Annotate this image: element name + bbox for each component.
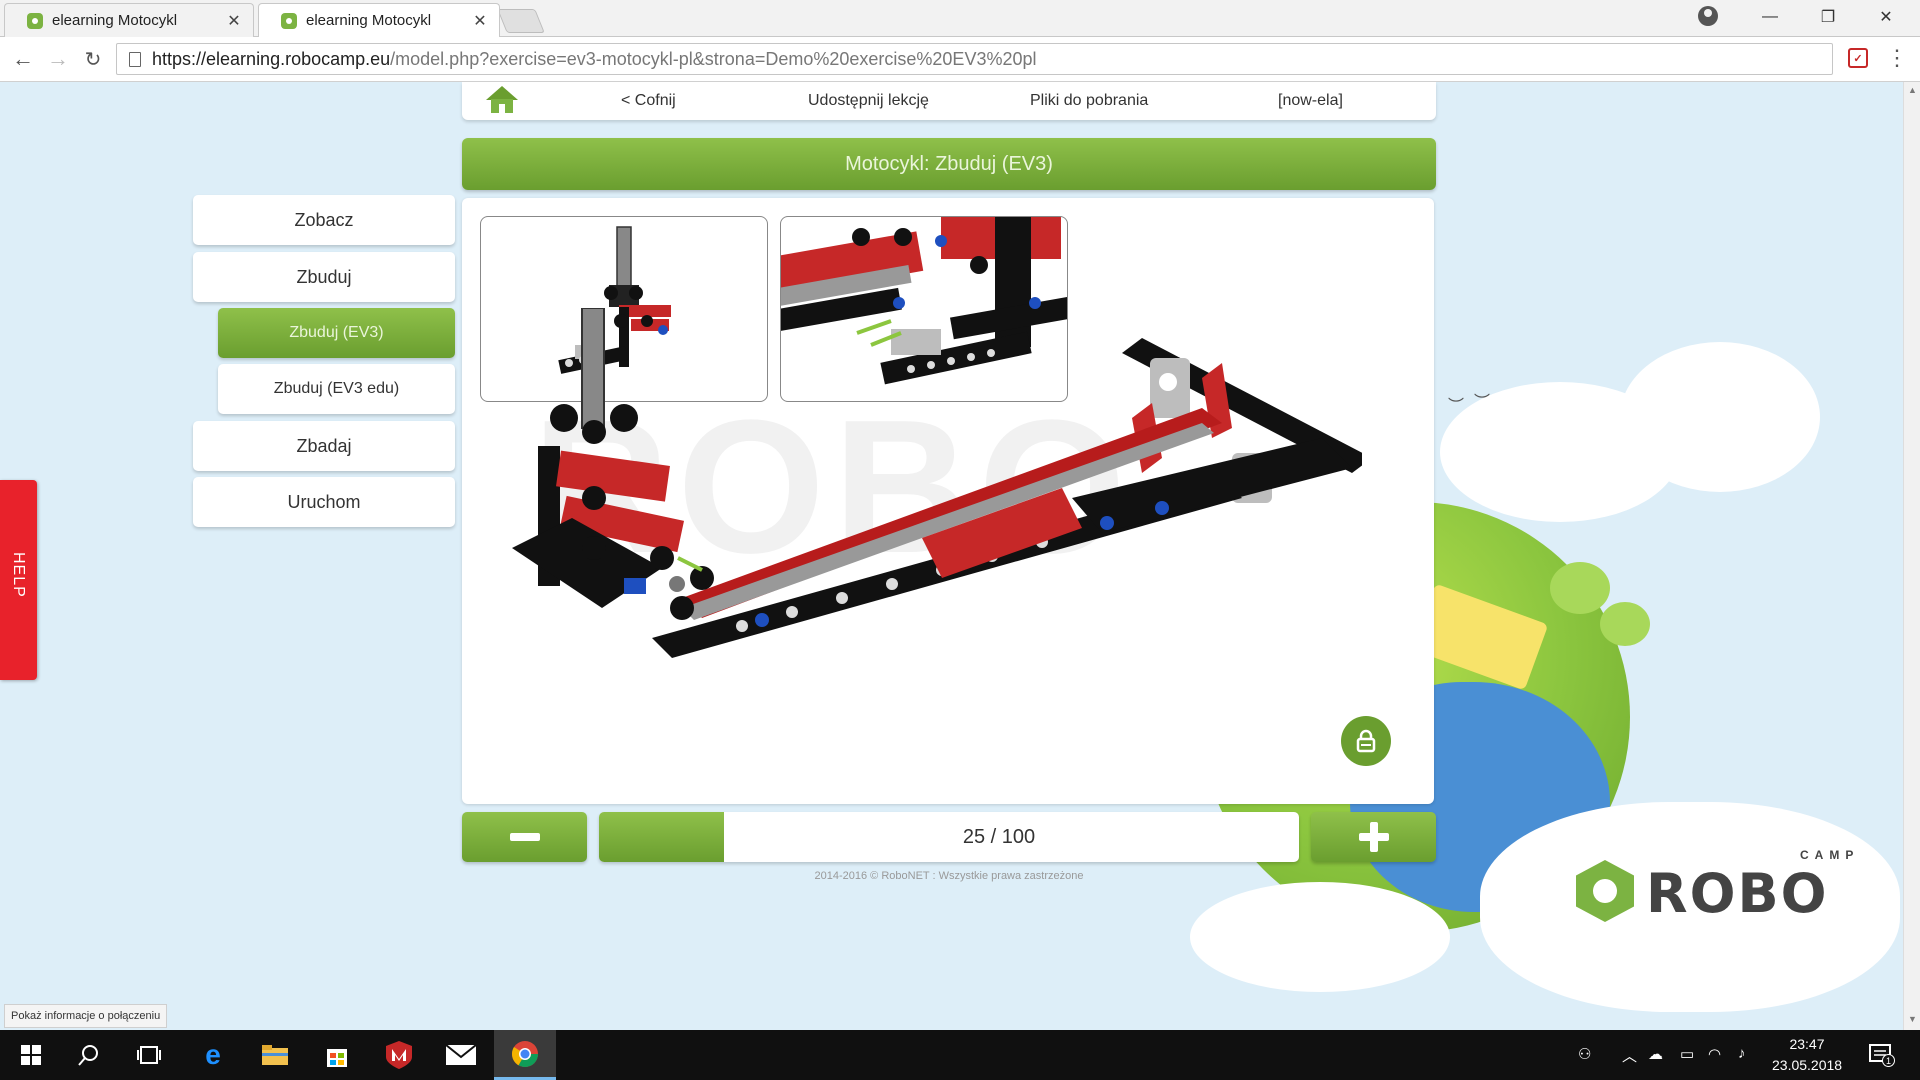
- back-link[interactable]: < Cofnij: [621, 92, 676, 110]
- help-tab[interactable]: HELP: [0, 480, 37, 680]
- onedrive-cloud-icon[interactable]: ☁: [1648, 1045, 1663, 1063]
- menu-item-uruchom[interactable]: Uruchom: [193, 477, 455, 527]
- search-icon[interactable]: [58, 1030, 120, 1080]
- url-host: https://elearning.robocamp.eu: [152, 48, 391, 69]
- logo-sub: CAMP: [1800, 848, 1860, 862]
- downloads-link[interactable]: Pliki do pobrania: [1030, 92, 1148, 110]
- tab-title: elearning Motocykl: [52, 12, 178, 29]
- tree-illustration: [1600, 602, 1650, 646]
- robocamp-logo: ROBO CAMP: [1570, 842, 1870, 932]
- user-link[interactable]: [now-ela]: [1278, 92, 1343, 110]
- taskbar-clock[interactable]: 23:47 23.05.2018: [1772, 1034, 1842, 1076]
- step-counter: 25 / 100: [962, 825, 1036, 848]
- file-explorer-icon[interactable]: [244, 1030, 306, 1080]
- step-progress-bar: 25 / 100: [599, 812, 1299, 862]
- new-tab-button[interactable]: [497, 9, 545, 33]
- clock-time: 23:47: [1789, 1036, 1825, 1052]
- restore-icon[interactable]: ❐: [1800, 0, 1856, 34]
- mcafee-icon[interactable]: [368, 1030, 430, 1080]
- top-navigation: < Cofnij Udostępnij lekcję Pliki do pobr…: [462, 82, 1436, 120]
- tree-illustration: [1550, 562, 1610, 614]
- logo-hexagon-icon: [1576, 860, 1634, 922]
- tab-title: elearning Motocykl: [306, 12, 432, 29]
- action-center-icon[interactable]: 1: [1868, 1042, 1895, 1068]
- battery-icon[interactable]: ▭: [1680, 1045, 1694, 1063]
- cloud-illustration: [1190, 882, 1450, 992]
- close-tab-icon[interactable]: ✕: [225, 11, 243, 31]
- bird-illustration: ︶: [1474, 394, 1491, 411]
- scroll-up-icon[interactable]: ▲: [1908, 85, 1917, 95]
- store-icon[interactable]: [306, 1030, 368, 1080]
- clock-date: 23.05.2018: [1772, 1057, 1843, 1073]
- lock-icon: [1356, 729, 1376, 753]
- people-icon[interactable]: ⚇: [1578, 1045, 1591, 1063]
- reload-icon[interactable]: ↻: [79, 45, 107, 73]
- site-favicon-icon: [27, 12, 43, 29]
- site-favicon-icon: [281, 12, 297, 29]
- web-page: ︶ ︶ < Cofnij Udostępnij lekcję Pliki do …: [0, 82, 1903, 1030]
- next-step-button[interactable]: [1311, 812, 1436, 862]
- plus-icon: [1358, 822, 1389, 852]
- extension-shield-icon[interactable]: ✓: [1848, 48, 1868, 68]
- close-window-icon[interactable]: ✕: [1858, 0, 1914, 34]
- back-arrow-icon[interactable]: ←: [9, 45, 37, 73]
- browser-toolbar: ← → ↻ https://elearning.robocamp.eu/mode…: [0, 37, 1920, 82]
- mail-icon[interactable]: [430, 1030, 492, 1080]
- show-hidden-icons-icon[interactable]: ︿: [1622, 1045, 1637, 1066]
- footer-copyright: 2014-2016 © RoboNET : Wszystkie prawa za…: [814, 870, 1084, 882]
- edge-browser-icon[interactable]: e: [182, 1030, 244, 1080]
- browser-tab-1[interactable]: elearning Motocykl ✕: [4, 3, 254, 37]
- menu-item-zobacz[interactable]: Zobacz: [193, 195, 455, 245]
- previous-step-button[interactable]: [462, 812, 587, 862]
- windows-start-icon[interactable]: [0, 1030, 62, 1080]
- status-tooltip: Pokaż informacje o połączeniu: [4, 1004, 168, 1028]
- profile-icon[interactable]: [1698, 6, 1718, 26]
- minus-icon: [509, 833, 540, 841]
- lock-button[interactable]: [1341, 716, 1391, 766]
- notification-count-badge: 1: [1882, 1054, 1895, 1067]
- menu-item-zbuduj[interactable]: Zbuduj: [193, 252, 455, 302]
- browser-tab-2[interactable]: elearning Motocykl ✕: [258, 3, 500, 37]
- menu-item-zbuduj-ev3[interactable]: Zbuduj (EV3): [218, 308, 455, 358]
- cloud-illustration: [1620, 342, 1820, 492]
- windows-taskbar: e ⚇ ︿ ☁ ▭ ◠ ♪ 23:47 23.05.2018 1: [0, 1030, 1920, 1080]
- lego-motorcycle-model: [512, 308, 1362, 658]
- address-bar[interactable]: https://elearning.robocamp.eu/model.php?…: [116, 43, 1833, 75]
- page-scrollbar[interactable]: ▲ ▼: [1903, 82, 1920, 1030]
- page-title: Motocykl: Zbuduj (EV3): [462, 138, 1436, 190]
- minimize-icon[interactable]: —: [1742, 0, 1798, 34]
- chrome-icon[interactable]: [494, 1030, 556, 1080]
- menu-item-zbuduj-ev3-edu[interactable]: Zbuduj (EV3 edu): [218, 364, 455, 414]
- browser-tab-bar: elearning Motocykl ✕ elearning Motocykl …: [0, 0, 1920, 37]
- help-label: HELP: [10, 552, 27, 598]
- menu-item-zbadaj[interactable]: Zbadaj: [193, 421, 455, 471]
- home-icon[interactable]: [486, 86, 518, 116]
- close-tab-icon[interactable]: ✕: [471, 11, 489, 31]
- volume-icon[interactable]: ♪: [1738, 1045, 1746, 1062]
- forward-arrow-icon[interactable]: →: [44, 45, 72, 73]
- build-instruction-panel: ROBO: [462, 198, 1434, 804]
- bird-illustration: ︶: [1448, 398, 1465, 415]
- logo-name: ROBO: [1646, 862, 1829, 925]
- wifi-icon[interactable]: ◠: [1708, 1045, 1721, 1063]
- task-view-icon[interactable]: [118, 1030, 180, 1080]
- scroll-down-icon[interactable]: ▼: [1908, 1014, 1917, 1024]
- share-lesson-link[interactable]: Udostępnij lekcję: [808, 92, 929, 110]
- browser-menu-icon[interactable]: ⋮: [1886, 46, 1908, 70]
- url-path: /model.php?exercise=ev3-motocykl-pl&stro…: [390, 48, 1037, 69]
- page-info-icon[interactable]: [129, 51, 141, 67]
